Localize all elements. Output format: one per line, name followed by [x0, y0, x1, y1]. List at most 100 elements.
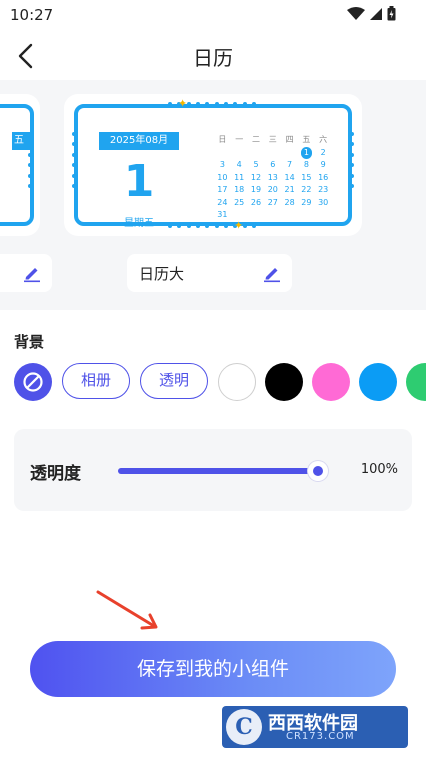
pencil-icon[interactable] [262, 263, 282, 283]
calendar-day-cell: 12 [250, 172, 262, 182]
wifi-icon [347, 6, 365, 20]
background-label: 背景 [14, 333, 45, 351]
frame-dots [28, 132, 32, 188]
calendar-day-cell: 9 [320, 160, 326, 169]
calendar-week-row: 31 [214, 209, 332, 222]
opacity-slider[interactable] [118, 468, 318, 474]
top-bar: 日历 [0, 30, 426, 80]
calendar-day-cell: 23 [318, 185, 329, 194]
calendar-day-cell: 13 [267, 172, 278, 182]
calendar-day-cell: 24 [217, 197, 228, 207]
swatch-white[interactable] [218, 363, 256, 401]
no-background-button[interactable] [14, 363, 52, 401]
calendar-day-cell: 30 [318, 197, 329, 207]
calendar-day-cell: 7 [287, 160, 293, 169]
calendar-day-cell [264, 147, 281, 160]
calendar-day-cell: 5 [253, 160, 259, 169]
calendar-week-row: 12 [214, 146, 332, 160]
calendar-day-cell [298, 209, 315, 222]
calendar-header-cell: 二 [251, 135, 260, 144]
calendar-day-cell: 15 [301, 172, 312, 182]
calendar-weekday-header: 日 一 二 三 四 五 六 [214, 134, 332, 147]
widget-name-pill-previous[interactable] [0, 254, 52, 292]
swatch-blue[interactable] [359, 363, 397, 401]
month-badge: 2025年08月 [99, 132, 179, 150]
widget-card-calendar-large[interactable]: ✦ ✦ 2025年08月 1 星期五 日 一 二 三 四 五 六 1234567… [64, 94, 362, 236]
calendar-week-row: 17 18 19 20 21 22 23 [214, 184, 332, 197]
status-icons [347, 6, 396, 21]
calendar-day-cell: 25 [234, 197, 245, 207]
calendar-day-cell: 27 [267, 197, 278, 207]
calendar-day-cell [214, 147, 231, 160]
opacity-label: 透明度 [30, 464, 81, 484]
calendar-week-row: 10 11 12 13 14 15 16 [214, 172, 332, 185]
calendar-day-cell: 17 [217, 185, 228, 194]
frame-dots-left [72, 132, 76, 188]
album-button[interactable]: 相册 [62, 363, 130, 399]
calendar-day-cell: 20 [267, 185, 278, 194]
calendar-day-cell: 29 [301, 197, 312, 207]
calendar-header-cell: 三 [268, 135, 277, 144]
widget-carousel[interactable]: 五 ✦ ✦ 2025年08月 1 星期五 日 一 二 三 四 五 六 12345… [0, 80, 426, 310]
opacity-value: 100% [360, 462, 398, 477]
calendar-day-cell: 21 [284, 185, 295, 194]
pencil-icon[interactable] [22, 263, 42, 283]
signal-icon [370, 7, 382, 20]
calendar-day-cell [281, 209, 298, 222]
calendar-day-cell [248, 209, 265, 222]
calendar-day-cell: 3 [219, 160, 225, 169]
calendar-day-cell: 28 [284, 197, 295, 207]
calendar-day-cell [231, 209, 248, 222]
calendar-day-cell: 8 [303, 160, 309, 169]
watermark-sub: CR173.COM [286, 731, 355, 742]
annotation-arrow-icon [96, 590, 158, 630]
calendar-day-cell: 18 [234, 185, 245, 194]
weekday-label: 星期五 [124, 218, 154, 229]
frame-dots-right [350, 132, 354, 188]
calendar-header-cell: 四 [285, 135, 294, 144]
calendar-day-cell [315, 209, 332, 222]
calendar-week-row: 24 25 26 27 28 29 30 [214, 197, 332, 210]
big-day-number: 1 [123, 156, 155, 207]
opacity-panel: 透明度 100% [14, 429, 412, 511]
calendar-day-cell [248, 147, 265, 160]
calendar-day-cell: 14 [284, 172, 295, 182]
battery-icon [387, 6, 396, 21]
calendar-week-row: 3 4 5 6 7 8 9 [214, 159, 332, 172]
calendar-header-cell: 一 [235, 135, 244, 144]
mini-calendar: 日 一 二 三 四 五 六 1 2 3 4 5 6 7 8 9 10 11 12 13 14 15 16 17 1… [214, 134, 332, 222]
no-background-icon [23, 372, 43, 392]
calendar-day-cell: 22 [301, 185, 312, 194]
calendar-header-cell: 五 [302, 135, 311, 144]
widget-name-pill[interactable]: 日历大 [127, 254, 292, 292]
save-to-my-widgets-button[interactable]: 保存到我的小组件 [30, 641, 396, 697]
watermark-logo: C 西西软件园 CR173.COM [222, 706, 408, 748]
calendar-day-cell: 10 [217, 172, 228, 182]
calendar-weeks: 1 2 3 4 5 6 7 8 9 10 11 12 13 14 15 16 17 18 19 20 21 22 23 24 2… [214, 146, 332, 222]
calendar-day-cell: 2 [320, 147, 326, 157]
calendar-header-cell: 日 [218, 135, 227, 144]
opacity-slider-thumb[interactable] [308, 461, 328, 481]
widget-name-text: 日历大 [139, 265, 185, 283]
calendar-day-cell: 1 [298, 146, 315, 160]
calendar-day-cell [281, 147, 298, 160]
sparkle-icon: ✦ [178, 97, 188, 110]
watermark-logo-mark: C [226, 709, 262, 745]
page-title: 日历 [193, 46, 233, 70]
swatch-green[interactable] [406, 363, 426, 401]
status-bar: 10:27 [0, 0, 426, 30]
swatch-black[interactable] [265, 363, 303, 401]
sparkle-icon: ✦ [234, 219, 244, 232]
calendar-header-cell: 六 [319, 135, 328, 144]
widget-card-previous[interactable]: 五 [0, 94, 40, 236]
calendar-day-cell: 4 [236, 160, 242, 169]
calendar-day-cell [231, 147, 248, 160]
transparent-button[interactable]: 透明 [140, 363, 208, 399]
status-time: 10:27 [10, 6, 54, 24]
swatch-pink[interactable] [312, 363, 350, 401]
calendar-day-cell: 11 [234, 172, 245, 182]
calendar-day-cell: 16 [318, 172, 329, 182]
calendar-day-cell: 26 [250, 197, 262, 207]
calendar-day-cell: 19 [250, 185, 262, 194]
calendar-day-cell: 31 [217, 210, 228, 219]
